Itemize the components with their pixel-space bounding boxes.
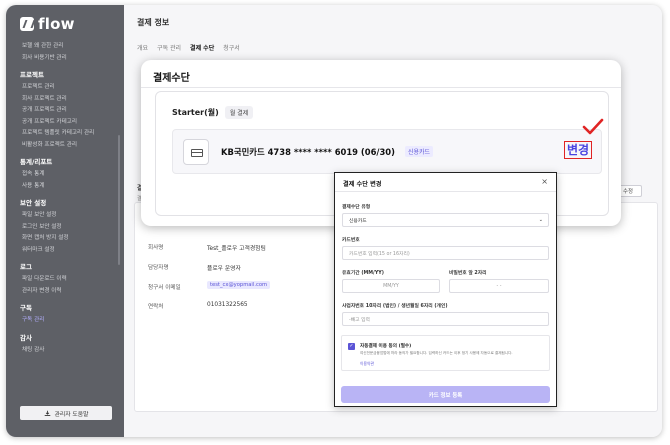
sidebar-section-project: 프로젝트 (20, 71, 44, 79)
sidebar-item-capture-block[interactable]: 화면 캡처 방지 설정 (6, 233, 124, 245)
method-type-select[interactable]: 신용카드 ⌄ (342, 213, 549, 227)
email-chip: test_cx@yopmail.com (207, 281, 271, 289)
expiry-input[interactable]: MM/YY (342, 279, 440, 293)
divider (141, 87, 621, 88)
manager-name-value: 플로우 운영자 (207, 266, 241, 272)
sidebar-item[interactable]: 회사 비용기반 관리 (6, 53, 124, 65)
invoice-email-label: 청구서 이메일 (148, 285, 181, 291)
logo[interactable]: flow (20, 15, 75, 33)
sidebar-item-project-manage[interactable]: 프로젝트 관리 (6, 82, 124, 94)
tab-overview[interactable]: 개요 (137, 43, 148, 52)
expiry-label: 유효기간 (MM/YY) (342, 271, 384, 276)
payment-method-title: 결제수단 (153, 73, 190, 84)
company-name-label: 회사명 (148, 245, 164, 251)
manager-name-label: 담당자명 (148, 265, 169, 271)
plan-name: Starter(월) (172, 108, 219, 117)
sidebar-section-audit: 감사 (20, 333, 32, 342)
change-payment-modal: 결제 수단 변경 × 결제수단 유형 신용카드 ⌄ 카드번호 카드번호 입력(1… (334, 172, 557, 407)
admin-help-label: 관리자 도움말 (54, 411, 89, 418)
card-type-badge: 신용카드 (405, 146, 434, 157)
sidebar-item-chat-audit[interactable]: 채팅 감사 (6, 345, 124, 357)
card-number: KB국민카드 4738 **** **** 6019 (06/30) (221, 147, 395, 157)
sidebar-item-file-security[interactable]: 파일 보안 설정 (6, 210, 124, 222)
agree-title: 자동결제 이용 동의 (필수) (360, 344, 412, 349)
change-payment-button[interactable]: 변경 (564, 141, 593, 159)
divider (335, 191, 556, 192)
card-number-input[interactable]: 카드번호 입력(15 or 16자리) (342, 246, 549, 260)
password-input[interactable]: - - (449, 279, 549, 293)
method-type-value: 신용카드 (349, 218, 367, 224)
sidebar-item-usage-stats[interactable]: 사용 통계 (6, 181, 124, 193)
tab-subscription[interactable]: 구독 관리 (157, 43, 181, 52)
logo-text: flow (38, 15, 75, 33)
sidebar-item-login-security[interactable]: 로그인 보안 설정 (6, 222, 124, 234)
page-title: 결제 정보 (137, 18, 170, 27)
register-card-button[interactable]: 카드 정보 등록 (341, 386, 550, 403)
sidebar-item-inactive-project[interactable]: 비활성화 프로젝트 관리 (6, 140, 124, 152)
sidebar-item-public-category[interactable]: 공개 프로젝트 카테고리 (6, 117, 124, 129)
flow-logo-icon (20, 17, 34, 31)
sidebar-section-log: 로그 (20, 263, 32, 271)
sidebar-item-subscription-manage[interactable]: 구독 관리 (6, 315, 124, 327)
company-name-value: Test_플로우 고객경험팀 (207, 246, 266, 252)
business-number-label: 사업자번호 10자리 (법인) / 생년월일 6자리 (개인) (342, 304, 448, 309)
tab-bar: 개요 구독 관리 결제 수단 청구서 (137, 43, 240, 52)
sidebar-item-access-stats[interactable]: 접속 통계 (6, 169, 124, 181)
checkmark-icon (582, 118, 604, 135)
card-number-label: 카드번호 (342, 238, 360, 243)
tab-invoice[interactable]: 청구서 (223, 43, 240, 52)
plan-line: Starter(월) 월 결제 (172, 106, 254, 119)
close-icon[interactable]: × (541, 177, 548, 186)
sidebar-item-template-category[interactable]: 프로젝트 템플릿 카테고리 관리 (6, 128, 124, 140)
auto-payment-agreement: ✓ 자동결제 이용 동의 (필수) 여신전문금융업법에 따라 동의가 필요합니다… (341, 335, 550, 371)
sidebar-item-download-history[interactable]: 파일 다운로드 이력 (6, 274, 124, 286)
sidebar-item-watermark[interactable]: 워터마크 설정 (6, 245, 124, 257)
sidebar-scrollbar[interactable] (118, 135, 120, 265)
agree-checkbox[interactable]: ✓ (348, 343, 355, 350)
chevron-down-icon: ⌄ (538, 217, 543, 223)
phone-label: 연락처 (148, 304, 164, 310)
agree-description: 여신전문금융업법에 따라 동의가 필요합니다. 입력하신 카드는 이후 정기 사… (360, 351, 513, 355)
modal-title: 결제 수단 변경 (343, 181, 382, 188)
credit-card-icon (183, 139, 209, 165)
sidebar-section-subscription: 구독 (20, 304, 32, 312)
plan-badge: 월 결제 (224, 106, 254, 119)
sidebar-section-security: 보안 설정 (20, 199, 47, 207)
sidebar-item-company-project[interactable]: 회사 프로젝트 관리 (6, 94, 124, 106)
sidebar-section-stats: 통계/리포트 (20, 158, 53, 166)
sidebar-nav: 보헬 왜 관한 관리 회사 비용기반 관리 프로젝트 프로젝트 관리 회사 프로… (6, 41, 124, 356)
sidebar-item[interactable]: 보헬 왜 관한 관리 (6, 41, 124, 53)
terms-link[interactable]: 이용약관 (360, 361, 374, 367)
registered-card-row: KB국민카드 4738 **** **** 6019 (06/30) 신용카드 … (172, 129, 602, 174)
method-type-label: 결제수단 유형 (342, 205, 371, 210)
invoice-email-value: test_cx@yopmail.com (207, 281, 271, 289)
sidebar-item-admin-history[interactable]: 관리자 변경 이력 (6, 286, 124, 298)
business-number-input[interactable]: -빼고 입력 (342, 312, 549, 326)
tab-payment-method[interactable]: 결제 수단 (190, 43, 214, 52)
download-icon (44, 410, 50, 416)
sidebar: flow 보헬 왜 관한 관리 회사 비용기반 관리 프로젝트 프로젝트 관리 … (6, 5, 124, 437)
sidebar-item-public-project[interactable]: 공개 프로젝트 관리 (6, 105, 124, 117)
phone-value: 01031322565 (207, 302, 248, 308)
admin-help-button[interactable]: 관리자 도움말 (20, 406, 112, 420)
password-label: 비밀번호 앞 2자리 (449, 271, 487, 276)
